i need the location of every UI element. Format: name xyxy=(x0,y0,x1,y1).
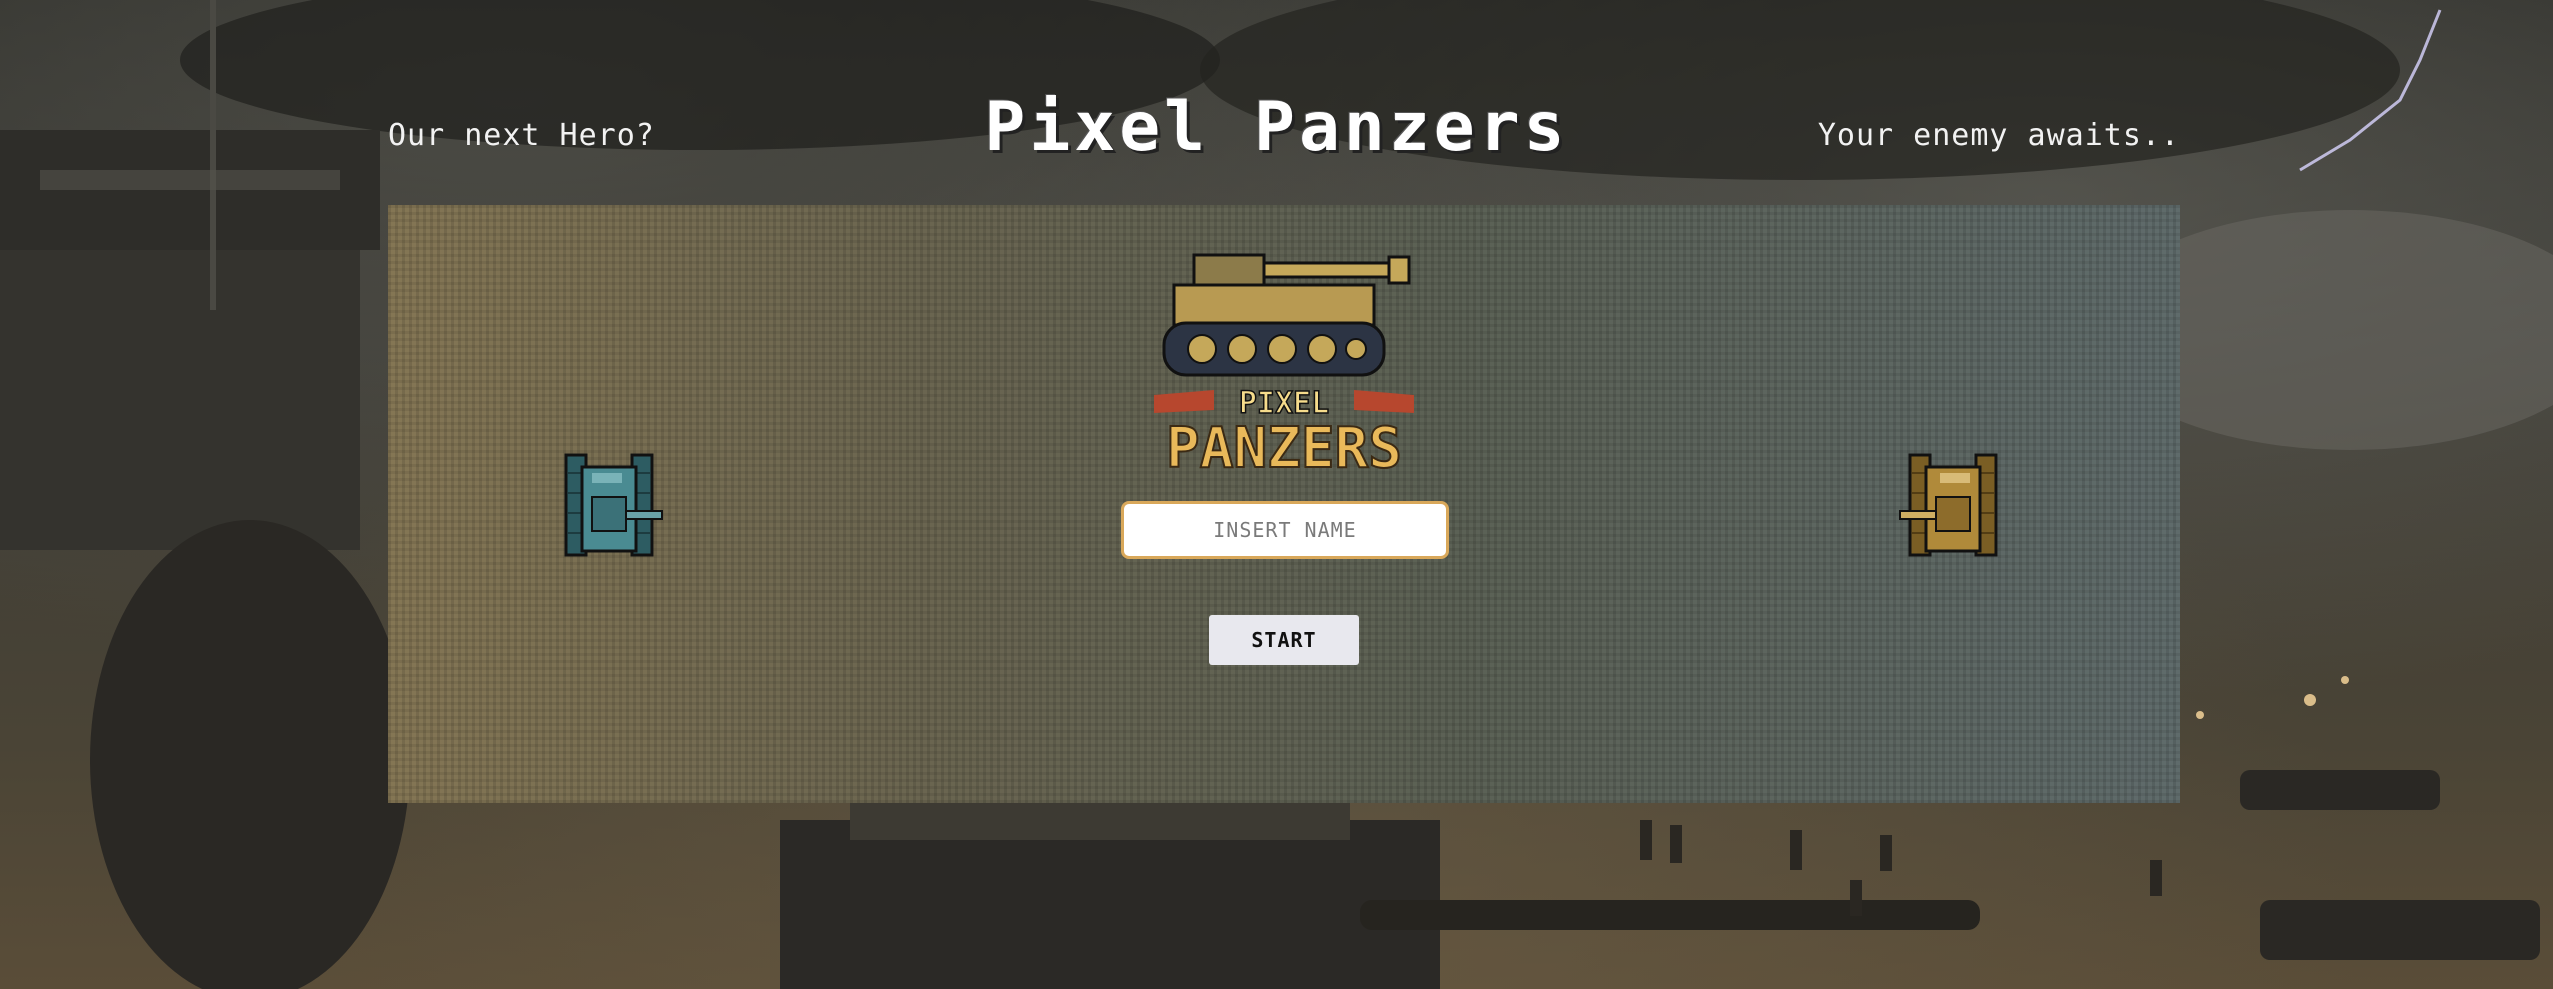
start-panel: PIXEL PANZERS START xyxy=(388,205,2180,803)
blue-tank-icon xyxy=(564,453,663,557)
pixel-panzers-logo: PIXEL PANZERS xyxy=(1154,253,1414,482)
player-name-input[interactable] xyxy=(1121,501,1449,559)
start-button[interactable]: START xyxy=(1209,615,1359,665)
enemy-prompt-text: Your enemy awaits.. xyxy=(1817,118,2180,153)
gold-tank-icon xyxy=(1899,453,1998,557)
logo-line2: PANZERS xyxy=(1166,416,1402,481)
